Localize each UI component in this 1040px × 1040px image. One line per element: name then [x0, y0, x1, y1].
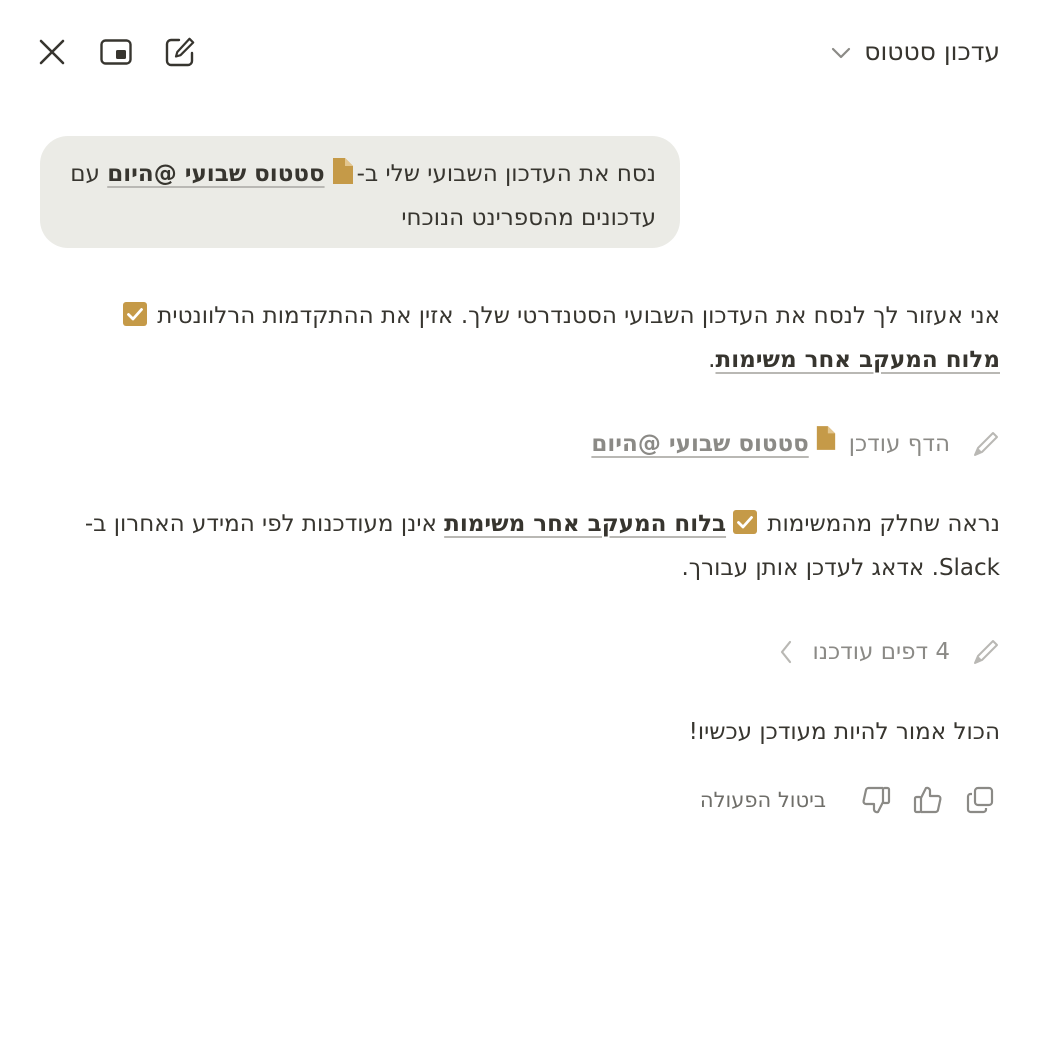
header-actions	[32, 34, 224, 70]
thumbs-up-button[interactable]	[908, 778, 948, 822]
feedback-bar: ביטול הפעולה	[700, 778, 1000, 822]
pencil-icon	[972, 638, 1000, 666]
document-icon	[331, 157, 355, 198]
thumbs-down-icon	[862, 786, 891, 814]
assistant-message: הכול אמור להיות מעודכן עכשיו!	[100, 712, 1000, 752]
database-link-task-tracker[interactable]: מלוח המעקב אחר משימות	[715, 347, 1000, 373]
thumbs-down-button[interactable]	[856, 778, 896, 822]
step-label: 4 דפים עודכנו	[812, 639, 950, 665]
picture-in-picture-button[interactable]	[96, 34, 136, 70]
assistant-final-text: הכול אמור להיות מעודכן עכשיו!	[688, 719, 1000, 745]
page-link-weekly-status[interactable]: סטטוס שבועי @היום	[591, 424, 808, 464]
checkbox-icon	[732, 508, 758, 548]
assistant-message-text: אני אעזור לך לנסח את העדכון השבועי הסטנד…	[150, 303, 1000, 329]
pencil-icon	[972, 430, 1000, 458]
copy-button[interactable]	[960, 778, 1000, 822]
new-chat-icon	[165, 37, 195, 67]
assistant-message: אני אעזור לך לנסח את העדכון השבועי הסטנד…	[100, 296, 1000, 380]
step-label: הדף עודכן	[848, 431, 950, 457]
chevron-down-icon	[830, 46, 852, 60]
picture-in-picture-icon	[100, 39, 132, 65]
thumbs-up-icon	[913, 786, 942, 814]
database-link-task-tracker[interactable]: בלוח המעקב אחר משימות	[444, 511, 726, 537]
action-step-pages-updated[interactable]: 4 דפים עודכנו	[779, 632, 1000, 672]
new-chat-button[interactable]	[160, 34, 200, 70]
action-step-page-updated: הדף עודכן סטטוס שבועי @היום	[591, 424, 1000, 464]
user-message-bubble: נסח את העדכון השבועי שלי ב- סטטוס שבועי @…	[40, 136, 680, 248]
undo-button[interactable]: ביטול הפעולה	[700, 788, 826, 812]
assistant-message-text: נראה שחלק מהמשימות	[760, 511, 1000, 537]
user-message-text: נסח את העדכון השבועי שלי ב-	[356, 161, 656, 187]
document-icon	[815, 424, 837, 464]
page-link-weekly-status[interactable]: סטטוס שבועי @היום	[107, 161, 324, 187]
copy-icon	[966, 786, 994, 814]
assistant-message: נראה שחלק מהמשימות בלוח המעקב אחר משימות…	[50, 504, 1000, 588]
close-button[interactable]	[32, 34, 72, 70]
chevron-left-icon	[779, 639, 793, 665]
conversation-title-dropdown[interactable]: עדכון סטטוס	[830, 30, 1000, 74]
close-icon	[39, 39, 65, 65]
checkbox-icon	[122, 300, 148, 340]
page-title: עדכון סטטוס	[864, 37, 1000, 66]
